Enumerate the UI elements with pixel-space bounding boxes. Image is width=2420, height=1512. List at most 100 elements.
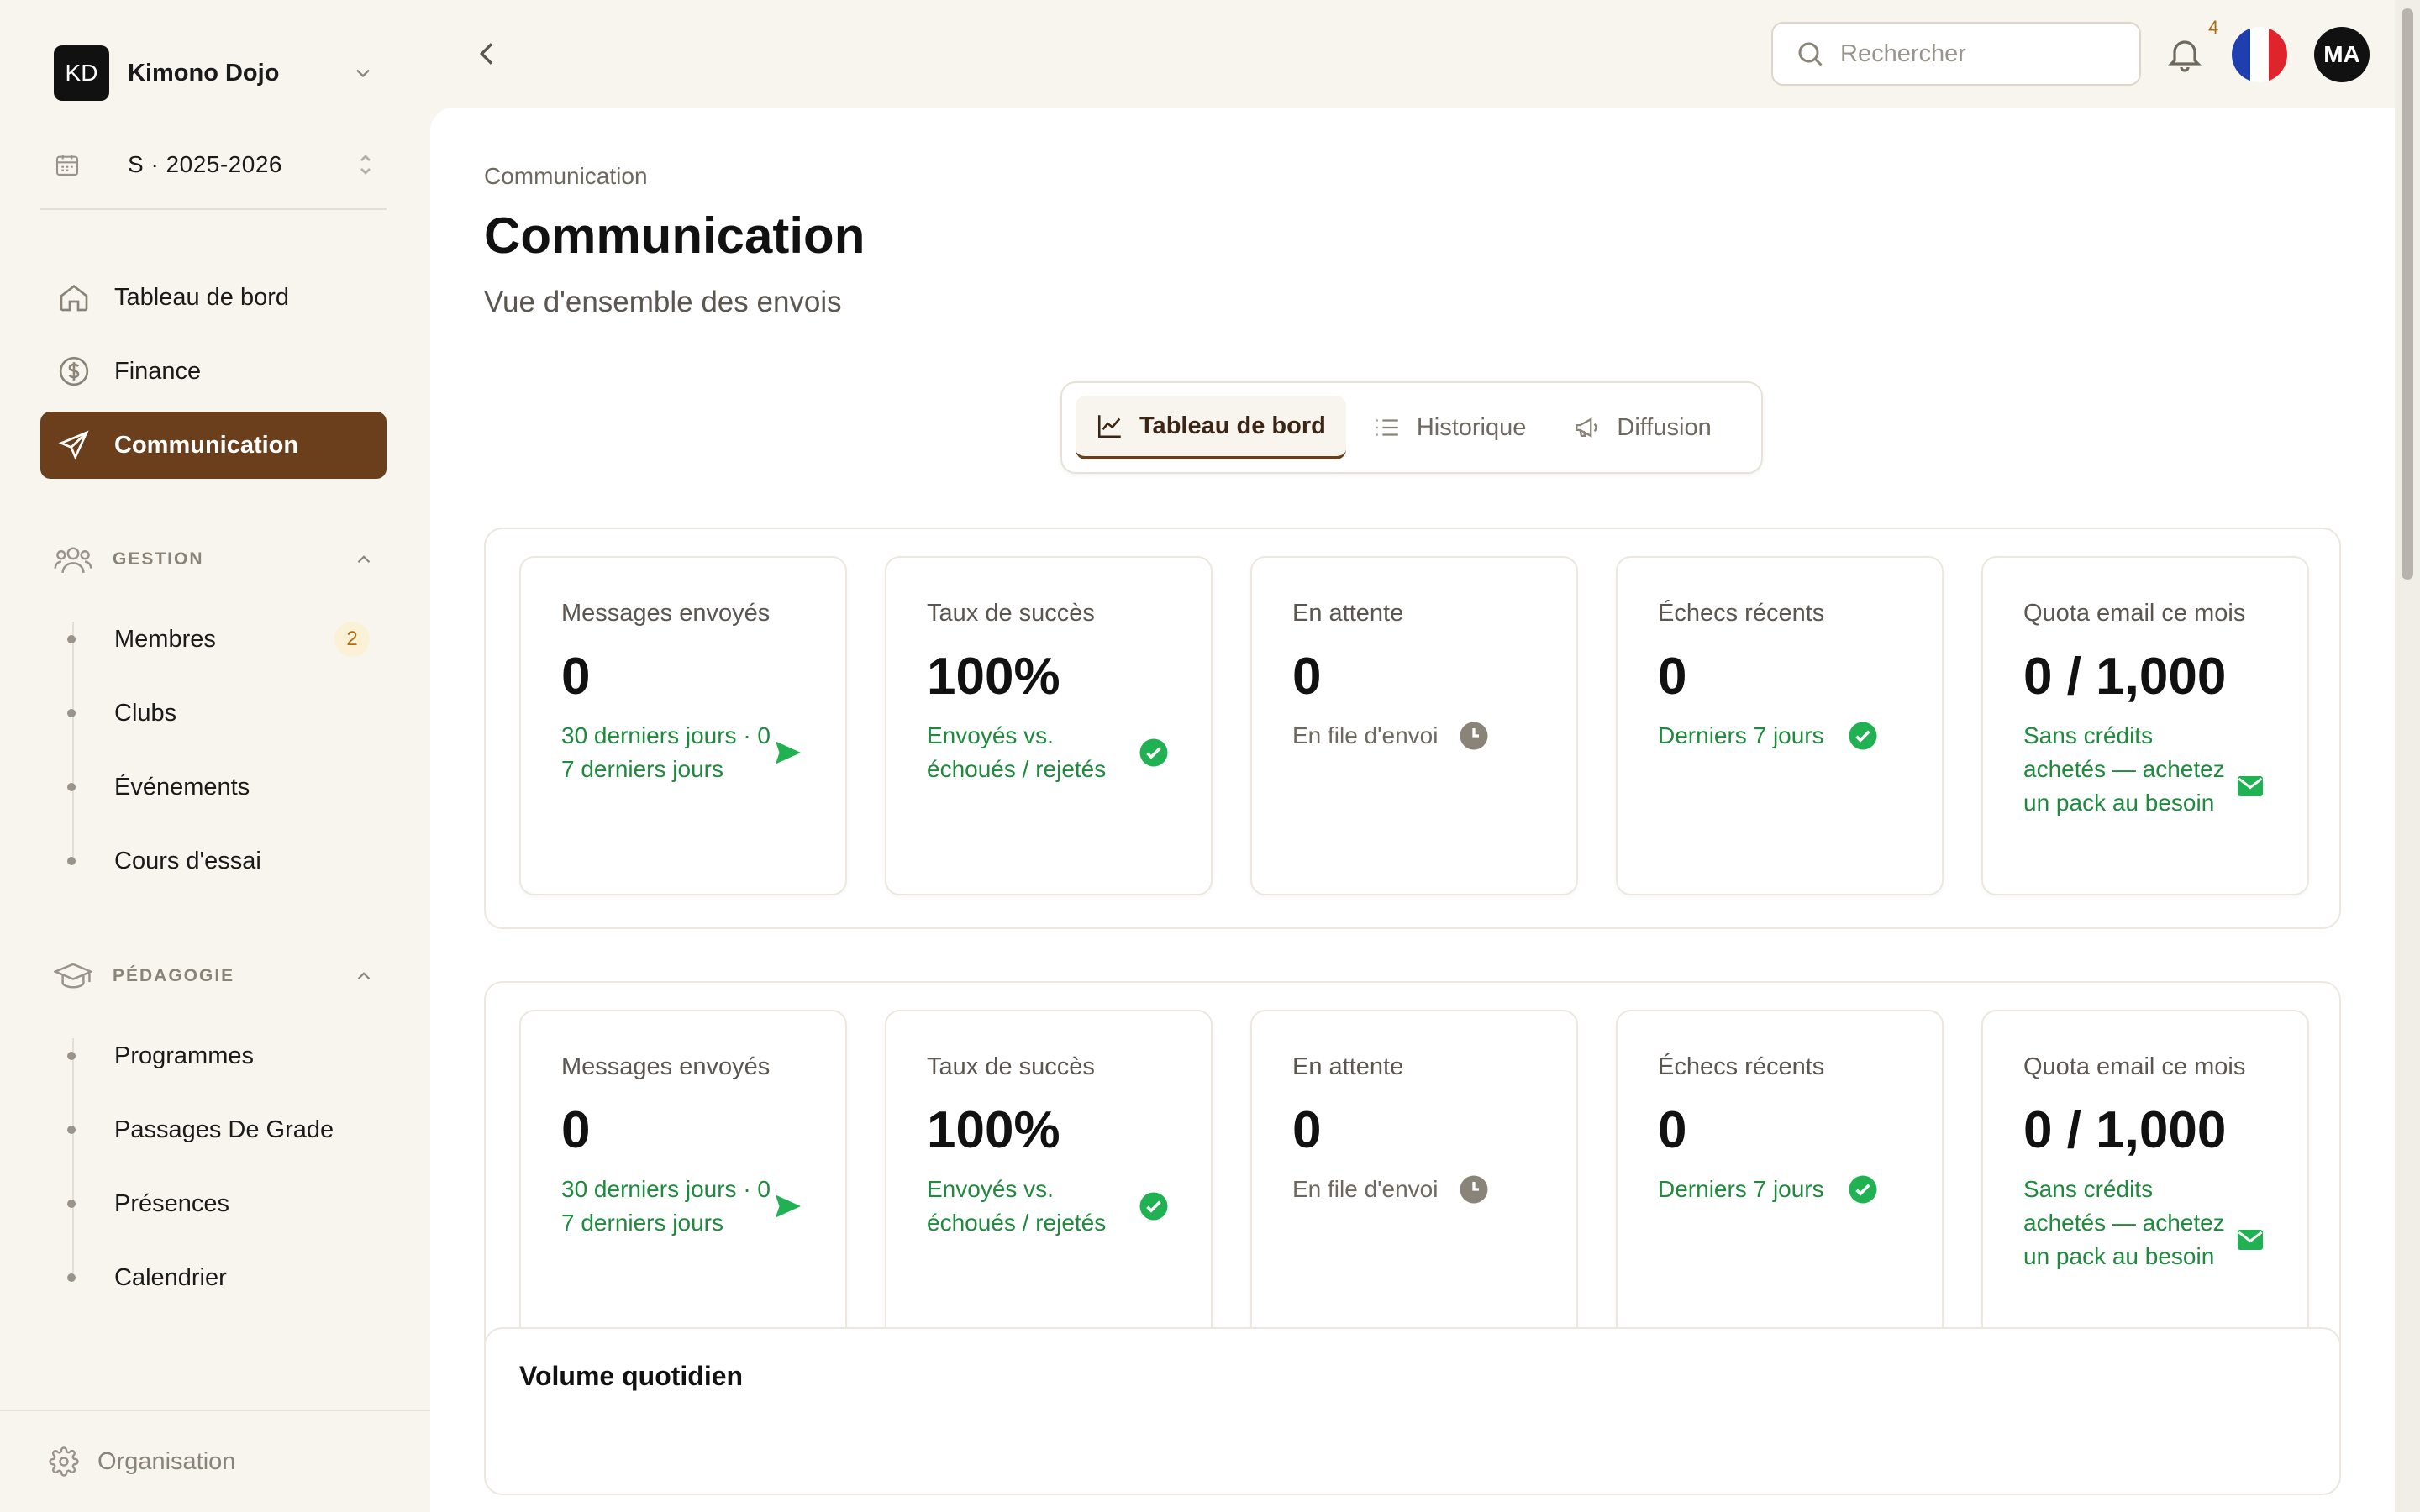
stat-title: Échecs récents bbox=[1658, 1053, 1825, 1080]
page-subtitle: Vue d'ensemble des envois bbox=[484, 286, 842, 318]
stat-card-messages-envoyes: Messages envoyés 0 30 derniers jours · 0… bbox=[519, 556, 847, 895]
sidebar-item-presences[interactable]: Présences bbox=[67, 1179, 387, 1229]
stat-note: Envoyés vs. échoués / rejetés bbox=[927, 1176, 1107, 1236]
page-title: Communication bbox=[484, 207, 865, 264]
main-panel: Communication Communication Vue d'ensemb… bbox=[430, 108, 2395, 1512]
stat-card-en-attente: En attente 0 En file d'envoi bbox=[1250, 556, 1578, 895]
sidebar-item-evenements[interactable]: Événements bbox=[67, 762, 387, 812]
language-flag-fr[interactable] bbox=[2232, 27, 2287, 82]
stat-title: Taux de succès bbox=[927, 600, 1095, 627]
stats-group: Messages envoyés 0 30 derniers jours · 0… bbox=[484, 981, 2341, 1383]
sidebar-item-programmes[interactable]: Programmes bbox=[67, 1031, 387, 1081]
stat-note: 30 derniers jours · 0 7 derniers jours bbox=[561, 1176, 771, 1236]
stat-note: En file d'envoi bbox=[1292, 1176, 1439, 1202]
clock-icon bbox=[1460, 1175, 1488, 1204]
line-chart-icon bbox=[1097, 415, 1121, 438]
stat-card-taux-succes: Taux de succès 100% Envoyés vs. échoués … bbox=[885, 1010, 1213, 1349]
nav-item-dashboard[interactable]: Tableau de bord bbox=[40, 264, 387, 331]
stat-title: Taux de succès bbox=[927, 1053, 1095, 1080]
scrollbar-thumb[interactable] bbox=[2402, 8, 2413, 580]
send-icon bbox=[58, 430, 89, 460]
tab-historique[interactable]: Historique bbox=[1353, 396, 1547, 459]
search-box[interactable] bbox=[1771, 22, 2141, 86]
stat-note: Envoyés vs. échoués / rejetés bbox=[927, 722, 1107, 782]
user-avatar[interactable]: MA bbox=[2314, 27, 2370, 82]
tab-dashboard[interactable]: Tableau de bord bbox=[1076, 396, 1346, 459]
daily-volume-title: Volume quotidien bbox=[519, 1361, 744, 1391]
graduation-cap-icon bbox=[54, 963, 92, 989]
stat-title: Échecs récents bbox=[1658, 600, 1825, 627]
list-icon bbox=[1376, 419, 1398, 436]
sidebar-item-label: Événements bbox=[114, 773, 250, 801]
mail-icon bbox=[2238, 776, 2263, 796]
stat-value: 0 bbox=[1292, 1101, 1322, 1159]
tab-label: Historique bbox=[1416, 413, 1527, 441]
stat-title: En attente bbox=[1292, 1053, 1404, 1080]
sidebar-item-label: Clubs bbox=[114, 699, 177, 727]
stat-card-en-attente: En attente 0 En file d'envoi bbox=[1250, 1010, 1578, 1349]
tree-dot bbox=[67, 709, 76, 717]
stat-value: 0 bbox=[1658, 1101, 1687, 1159]
sidebar-item-label: Passages De Grade bbox=[114, 1116, 334, 1143]
tree-dot bbox=[67, 1200, 76, 1208]
back-arrow-icon[interactable] bbox=[471, 34, 504, 74]
sidebar-item-organisation[interactable]: Organisation bbox=[0, 1410, 430, 1512]
stat-card-echecs-recents: Échecs récents 0 Derniers 7 jours bbox=[1616, 556, 1944, 895]
dollar-circle-icon bbox=[59, 356, 89, 386]
section-title: GESTION bbox=[113, 549, 204, 569]
sidebar-footer-label: Organisation bbox=[97, 1447, 236, 1475]
sidebar-item-cours-essai[interactable]: Cours d'essai bbox=[67, 836, 387, 886]
members-count-badge: 2 bbox=[334, 622, 370, 657]
tree-dot bbox=[67, 783, 76, 791]
daily-volume-card: Volume quotidien bbox=[484, 1327, 2341, 1495]
stat-note: En file d'envoi bbox=[1292, 722, 1439, 748]
nav-label: Communication bbox=[114, 431, 299, 459]
breadcrumb: Communication bbox=[484, 163, 648, 189]
tab-diffusion[interactable]: Diffusion bbox=[1553, 396, 1731, 459]
section-title: PÉDAGOGIE bbox=[113, 966, 235, 985]
stat-note: 30 derniers jours · 0 7 derniers jours bbox=[561, 722, 771, 782]
megaphone-icon bbox=[1576, 417, 1597, 438]
chevron-up-icon bbox=[357, 555, 371, 564]
nav-item-finance[interactable]: Finance bbox=[40, 338, 387, 405]
stat-note: Derniers 7 jours bbox=[1658, 722, 1824, 748]
sidebar-item-label: Membres bbox=[114, 625, 216, 653]
bell-icon[interactable] bbox=[2165, 34, 2205, 74]
tree-dot bbox=[67, 857, 76, 865]
tree-dot bbox=[67, 1052, 76, 1060]
check-circle-icon bbox=[1849, 1175, 1877, 1204]
sidebar-item-calendrier[interactable]: Calendrier bbox=[67, 1252, 387, 1303]
chevron-up-icon bbox=[357, 972, 371, 980]
sidebar-item-label: Programmes bbox=[114, 1042, 254, 1069]
sidebar-item-passages-de-grade[interactable]: Passages De Grade bbox=[67, 1105, 387, 1155]
chevron-up-down-icon bbox=[360, 155, 371, 175]
sidebar-item-membres[interactable]: Membres 2 bbox=[67, 614, 387, 664]
stat-card-taux-succes: Taux de succès 100% Envoyés vs. échoués … bbox=[885, 556, 1213, 895]
sidebar-item-clubs[interactable]: Clubs bbox=[67, 688, 387, 738]
org-switcher[interactable]: KD Kimono Dojo bbox=[54, 45, 375, 101]
stat-title: En attente bbox=[1292, 600, 1404, 627]
stat-note: Derniers 7 jours bbox=[1658, 1176, 1824, 1202]
stat-value: 0 bbox=[1292, 648, 1322, 706]
sidebar-item-label: Cours d'essai bbox=[114, 847, 261, 874]
tab-label: Diffusion bbox=[1617, 413, 1712, 441]
nav-label: Tableau de bord bbox=[114, 283, 289, 311]
sidebar: KD Kimono Dojo S · 2025-2026 Tableau de … bbox=[0, 0, 430, 1512]
nav-item-communication[interactable]: Communication bbox=[40, 412, 387, 479]
search-icon bbox=[1798, 42, 1823, 66]
home-icon bbox=[60, 284, 88, 312]
calendar-icon bbox=[55, 155, 79, 176]
season-selector[interactable]: S · 2025-2026 bbox=[54, 141, 375, 188]
stat-note: Sans crédits achetés — achetez un pack a… bbox=[2023, 1176, 2225, 1269]
users-icon bbox=[54, 547, 92, 574]
org-logo: KD bbox=[54, 45, 109, 101]
section-header-gestion[interactable]: GESTION bbox=[54, 541, 375, 578]
stat-title: Messages envoyés bbox=[561, 600, 771, 627]
stat-value: 100% bbox=[927, 1101, 1060, 1159]
section-header-pedagogie[interactable]: PÉDAGOGIE bbox=[54, 958, 375, 995]
search-input[interactable] bbox=[1840, 39, 2109, 68]
tree-dot bbox=[67, 1273, 76, 1282]
check-circle-icon bbox=[1849, 722, 1877, 750]
stat-card-quota-email: Quota email ce mois 0 / 1,000 Sans crédi… bbox=[1981, 556, 2309, 895]
stat-value: 0 / 1,000 bbox=[2023, 648, 2227, 706]
